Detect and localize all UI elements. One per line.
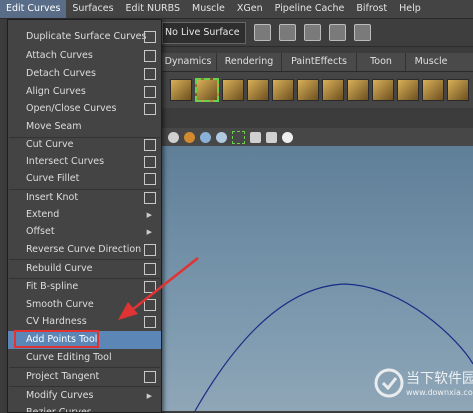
menu-item-curve-fillet[interactable]: Curve Fillet bbox=[8, 170, 161, 188]
birail-icon[interactable] bbox=[397, 79, 419, 101]
trim-icon[interactable] bbox=[422, 79, 444, 101]
snapshot-icon[interactable] bbox=[254, 24, 271, 41]
submenu-arrow-icon: ▶ bbox=[146, 392, 152, 400]
option-box-icon[interactable] bbox=[144, 68, 156, 80]
menu-item-insert-knot[interactable]: Insert Knot bbox=[8, 189, 161, 207]
textured-icon[interactable] bbox=[200, 131, 211, 143]
option-box-icon[interactable] bbox=[144, 86, 156, 98]
option-box-icon[interactable] bbox=[144, 281, 156, 293]
tab-dynamics[interactable]: Dynamics bbox=[160, 53, 217, 71]
bevel-icon[interactable] bbox=[322, 79, 344, 101]
shelf-tabs: Dynamics Rendering PaintEffects Toon Mus… bbox=[160, 53, 473, 72]
watermark: 当下软件园 www.downxia.com bbox=[374, 364, 473, 404]
option-box-icon[interactable] bbox=[144, 316, 156, 328]
menu-item-intersect-curves[interactable]: Intersect Curves bbox=[8, 153, 161, 171]
submenu-arrow-icon: ▶ bbox=[146, 228, 152, 236]
menu-bar: Edit Curves Surfaces Edit NURBS Muscle X… bbox=[0, 0, 473, 19]
watermark-url: www.downxia.com bbox=[406, 388, 473, 397]
shaded-icon[interactable] bbox=[184, 131, 195, 143]
menu-item-modify-curves[interactable]: Modify Curves ▶ bbox=[8, 387, 161, 405]
menu-item-reverse-curve-direction[interactable]: Reverse Curve Direction bbox=[8, 241, 161, 259]
watermark-logo-icon bbox=[374, 368, 404, 398]
xray-icon[interactable] bbox=[266, 131, 277, 143]
boundary-icon[interactable] bbox=[347, 79, 369, 101]
nurbs-surface-icon[interactable] bbox=[170, 79, 192, 101]
watermark-cn: 当下软件园 bbox=[406, 371, 473, 387]
option-box-icon[interactable] bbox=[144, 192, 156, 204]
status-line: No Live Surface bbox=[160, 19, 473, 47]
menu-item-rebuild-curve[interactable]: Rebuild Curve bbox=[8, 260, 161, 278]
option-box-icon[interactable] bbox=[144, 244, 156, 256]
menu-item-align-curves[interactable]: Align Curves bbox=[8, 83, 161, 101]
menu-edit-nurbs[interactable]: Edit NURBS bbox=[120, 0, 186, 18]
menu-item-project-tangent[interactable]: Project Tangent bbox=[8, 368, 161, 386]
render-settings-icon[interactable] bbox=[354, 24, 371, 41]
menu-bifrost[interactable]: Bifrost bbox=[350, 0, 393, 18]
menu-item-cut-curve[interactable]: Cut Curve bbox=[8, 136, 161, 154]
tab-toon[interactable]: Toon bbox=[357, 53, 406, 71]
menu-item-curve-editing-tool[interactable]: Curve Editing Tool bbox=[8, 349, 161, 367]
square-surface-icon[interactable] bbox=[372, 79, 394, 101]
option-box-icon[interactable] bbox=[144, 263, 156, 275]
planar-icon[interactable] bbox=[247, 79, 269, 101]
option-box-icon[interactable] bbox=[144, 31, 156, 43]
light-icon[interactable] bbox=[168, 131, 179, 143]
shelf-icon-row bbox=[160, 72, 473, 108]
extrude-icon[interactable] bbox=[297, 79, 319, 101]
fillet-icon[interactable] bbox=[447, 79, 469, 101]
menu-surfaces[interactable]: Surfaces bbox=[66, 0, 119, 18]
menu-help[interactable]: Help bbox=[393, 0, 427, 18]
menu-item-extend[interactable]: Extend ▶ bbox=[8, 206, 161, 224]
tab-painteffects[interactable]: PaintEffects bbox=[282, 53, 357, 71]
clapper-icon[interactable] bbox=[279, 24, 296, 41]
option-box-icon[interactable] bbox=[144, 103, 156, 115]
menu-muscle[interactable]: Muscle bbox=[186, 0, 231, 18]
menu-edit-curves[interactable]: Edit Curves bbox=[0, 0, 67, 18]
option-box-icon[interactable] bbox=[144, 50, 156, 62]
viewport-toolbar bbox=[160, 128, 473, 146]
menu-item-move-seam[interactable]: Move Seam bbox=[8, 118, 161, 136]
menu-item-duplicate-surface-curves[interactable]: Duplicate Surface Curves bbox=[8, 28, 161, 46]
tab-muscle[interactable]: Muscle bbox=[406, 53, 456, 71]
edit-curves-menu: Duplicate Surface Curves Attach Curves D… bbox=[7, 19, 162, 413]
menu-item-open-close-curves[interactable]: Open/Close Curves bbox=[8, 100, 161, 118]
isolate-icon[interactable] bbox=[250, 131, 261, 143]
menu-item-detach-curves[interactable]: Detach Curves bbox=[8, 65, 161, 83]
menu-item-fit-b-spline[interactable]: Fit B-spline bbox=[8, 278, 161, 296]
option-box-icon[interactable] bbox=[144, 156, 156, 168]
option-box-icon[interactable] bbox=[144, 371, 156, 383]
ipr-render-icon[interactable] bbox=[329, 24, 346, 41]
menu-item-smooth-curve[interactable]: Smooth Curve bbox=[8, 296, 161, 314]
submenu-arrow-icon: ▶ bbox=[146, 211, 152, 219]
menu-pipeline-cache[interactable]: Pipeline Cache bbox=[269, 0, 351, 18]
option-box-icon[interactable] bbox=[144, 299, 156, 311]
revolve-icon[interactable] bbox=[272, 79, 294, 101]
option-box-icon[interactable] bbox=[144, 139, 156, 151]
lights-icon[interactable] bbox=[216, 131, 227, 143]
tab-rendering[interactable]: Rendering bbox=[217, 53, 282, 71]
loft-icon[interactable] bbox=[222, 79, 244, 101]
menu-item-cv-hardness[interactable]: CV Hardness bbox=[8, 313, 161, 331]
menu-item-attach-curves[interactable]: Attach Curves bbox=[8, 47, 161, 65]
menu-item-offset[interactable]: Offset ▶ bbox=[8, 223, 161, 241]
render-icon[interactable] bbox=[304, 24, 321, 41]
menu-xgen[interactable]: XGen bbox=[231, 0, 269, 18]
option-box-icon[interactable] bbox=[144, 173, 156, 185]
annotation-box bbox=[14, 330, 99, 348]
live-surface-field[interactable]: No Live Surface bbox=[162, 21, 246, 44]
curve-tool-icon[interactable] bbox=[195, 78, 219, 102]
share-icon[interactable] bbox=[282, 131, 293, 143]
select-icon[interactable] bbox=[232, 130, 245, 144]
